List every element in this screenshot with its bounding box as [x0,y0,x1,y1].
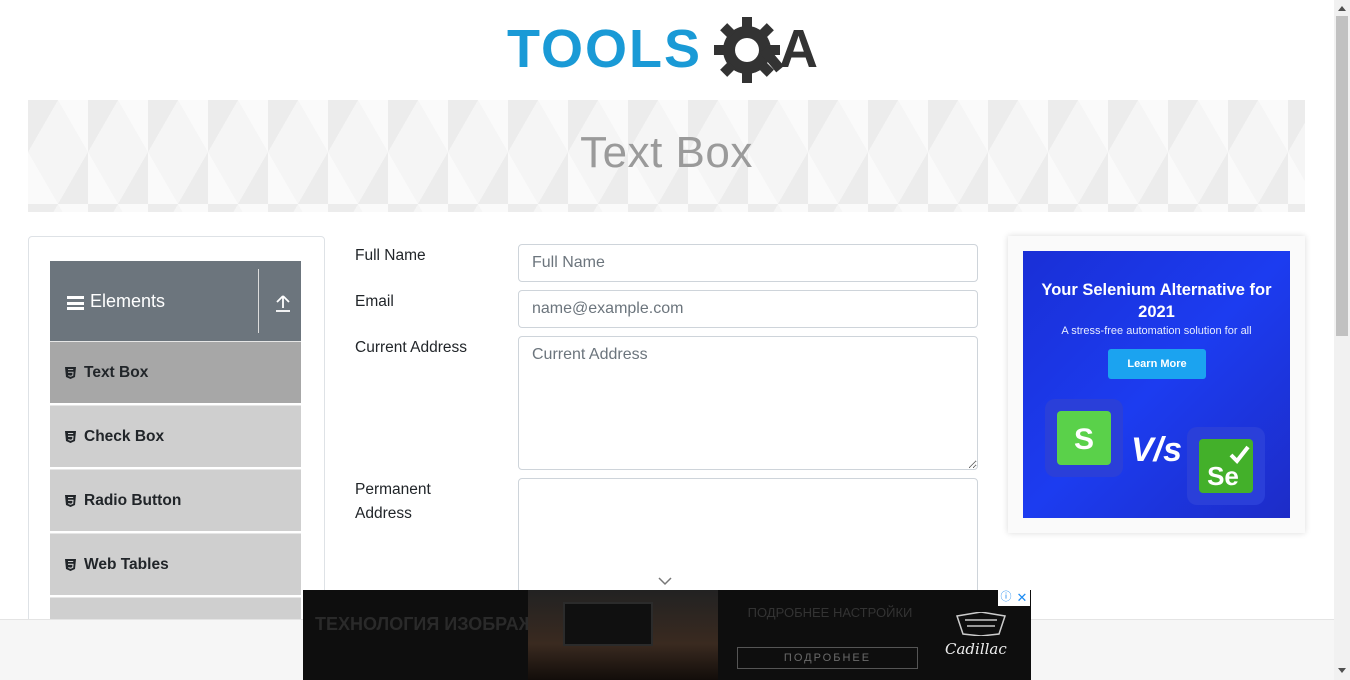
ad-close-icon[interactable]: ✕ [1014,590,1030,606]
sidebar-item-label: Text Box [84,363,149,381]
sidebar-item-web-tables[interactable]: Web Tables [50,533,301,595]
selenium-letters: Se [1207,461,1239,491]
ad-bottom-cta-button[interactable]: ПОДРОБНЕЕ [737,647,918,669]
email-label: Email [355,293,394,310]
scrollbar-thumb[interactable] [1336,16,1348,336]
email-input[interactable] [518,290,978,328]
ad-info-icon[interactable]: ⓘ [998,590,1014,606]
sidebar-group-elements[interactable]: Elements [50,261,301,341]
scroll-up-arrow-icon[interactable] [1338,6,1346,11]
gear-icon [714,17,784,83]
chevron-down-icon[interactable] [657,576,673,586]
full-name-label: Full Name [355,247,426,264]
ad-headline: Your Selenium Alternative for 2021 [1041,281,1272,321]
sidebar-item-radio-button[interactable]: Radio Button [50,469,301,531]
page-scrollbar[interactable] [1334,0,1350,680]
ad-creative: Your Selenium Alternative for 2021 A str… [1023,251,1290,518]
katalon-letter: S [1074,423,1094,456]
ad-bottom-brand: Cadillac [945,640,1007,658]
sidebar: Elements Text Box Check Box Radio Button… [28,236,325,656]
divider [258,269,259,333]
ad-bottom-text: ПОДРОБНЕЕ НАСТРОЙКИ [747,605,913,620]
full-name-input[interactable] [518,244,978,282]
page-title: Text Box [580,128,753,177]
ad-subline: A stress-free automation solution for al… [1061,325,1252,337]
logo-text-a: A [779,19,818,79]
scroll-down-arrow-icon[interactable] [1338,668,1346,673]
html5-icon [65,430,76,443]
html5-icon [65,558,76,571]
cadillac-crest-icon [956,612,1006,636]
sidebar-item-label: Radio Button [84,491,182,509]
current-address-textarea[interactable] [518,336,978,470]
sidebar-item-label: Web Tables [84,555,169,573]
hamburger-icon [67,296,84,310]
selenium-logo-icon: Se [1187,427,1265,505]
sidebar-item-check-box[interactable]: Check Box [50,405,301,467]
sidebar-menu: Text Box Check Box Radio Button Web Tabl… [50,341,301,655]
ad-learn-more-button[interactable]: Learn More [1108,349,1206,379]
logo-text-tools: TOOLS [507,19,702,79]
sidebar-item-label: Check Box [84,427,165,445]
current-address-label: Current Address [355,339,467,356]
html5-icon [65,494,76,507]
page-banner: Text Box [28,100,1305,212]
permanent-address-label: Permanent Address [355,481,431,522]
bottom-advertisement[interactable]: ТЕХНОЛОГИЯ ИЗОБРАЖЕНИЯ ПОДРОБНЕЕ НАСТРОЙ… [303,590,1031,680]
ad-vs-text: V/s [1131,431,1183,469]
sidebar-group-title: Elements [90,290,166,311]
car-screen-image [563,602,653,646]
side-advertisement[interactable]: Your Selenium Alternative for 2021 A str… [1008,236,1305,533]
collapse-arrow-icon[interactable] [274,293,292,313]
html5-icon [65,366,76,379]
katalon-logo-icon: S [1045,399,1123,477]
sidebar-item-text-box[interactable]: Text Box [50,341,301,403]
toolsqa-logo[interactable]: TOOLS A [507,15,829,90]
